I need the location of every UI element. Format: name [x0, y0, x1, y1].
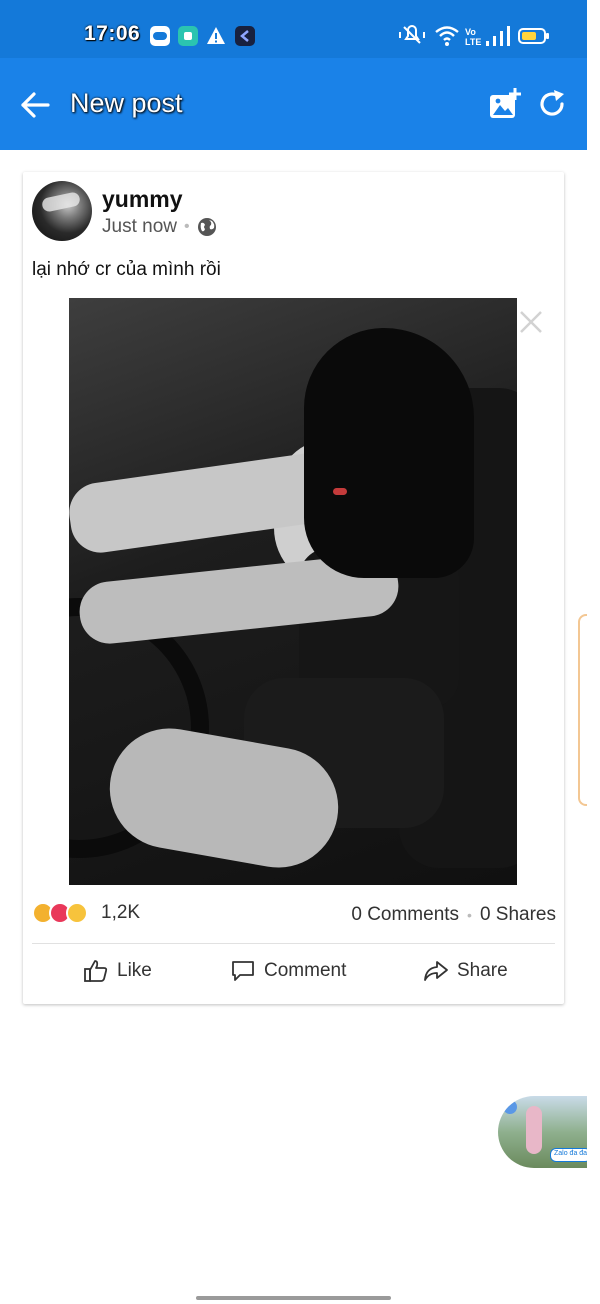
- home-indicator[interactable]: [196, 1296, 391, 1300]
- battery-icon: [518, 28, 549, 44]
- post-actions: Like Comment Share: [23, 954, 564, 996]
- back-arrow-icon[interactable]: [18, 88, 52, 122]
- warning-icon: [207, 27, 225, 44]
- screen-edge: [587, 0, 600, 1304]
- wifi-icon: [435, 26, 459, 46]
- shares-count[interactable]: 0 Shares: [480, 904, 556, 926]
- share-button[interactable]: Share: [423, 958, 508, 984]
- chat-head-dot-icon: [503, 1100, 517, 1114]
- avatar[interactable]: [32, 181, 92, 241]
- app-notification-icon-2: [235, 26, 255, 46]
- comments-count[interactable]: 0 Comments: [351, 904, 459, 926]
- chat-head-figure: [526, 1106, 542, 1154]
- post-photo[interactable]: [69, 298, 517, 885]
- like-button[interactable]: Like: [83, 958, 152, 984]
- share-icon: [424, 961, 448, 981]
- share-label: Share: [457, 960, 508, 981]
- meta-separator: •: [183, 218, 190, 235]
- photo-hair: [304, 328, 474, 578]
- scrollbar-thumb[interactable]: [578, 614, 587, 806]
- post-card: yummy Just now • lại nhớ cr của mình rồi…: [23, 172, 564, 1004]
- globe-icon: [197, 218, 216, 236]
- reaction-count: 1,2K: [101, 902, 141, 923]
- app-notification-icon: [178, 26, 198, 46]
- post-meta: Just now •: [102, 216, 217, 238]
- comment-icon: [232, 961, 254, 981]
- stats-separator: •: [467, 907, 472, 923]
- refresh-icon[interactable]: [536, 88, 568, 120]
- haha-icon: [66, 902, 88, 924]
- status-bar: 17:06 Vo LTE: [0, 0, 587, 58]
- mute-vibrate-icon: [399, 25, 425, 44]
- app-bar: New post: [0, 58, 587, 150]
- reactions-summary[interactable]: 1,2K: [32, 902, 140, 924]
- thumbs-up-icon: [84, 960, 108, 982]
- page-title: New post: [70, 88, 183, 118]
- zalo-notification-icon: [150, 26, 170, 46]
- comment-button[interactable]: Comment: [230, 958, 346, 984]
- divider: [32, 943, 555, 944]
- comment-label: Comment: [264, 960, 347, 981]
- chat-head-label: Zalo đa đa: [550, 1148, 587, 1162]
- signal-icon: [486, 26, 510, 46]
- post-text: lại nhớ cr của mình rồi: [32, 259, 221, 280]
- volte-indicator: Vo LTE: [465, 27, 482, 47]
- status-time: 17:06: [84, 22, 141, 45]
- chat-head[interactable]: Zalo đa đa: [498, 1096, 587, 1168]
- add-photo-icon[interactable]: [487, 86, 523, 122]
- post-time: Just now: [102, 216, 177, 237]
- like-label: Like: [117, 960, 152, 981]
- close-icon[interactable]: [518, 309, 544, 335]
- author-name[interactable]: yummy: [102, 186, 183, 213]
- post-stats: 0 Comments • 0 Shares: [351, 904, 556, 926]
- photo-lips: [333, 488, 347, 495]
